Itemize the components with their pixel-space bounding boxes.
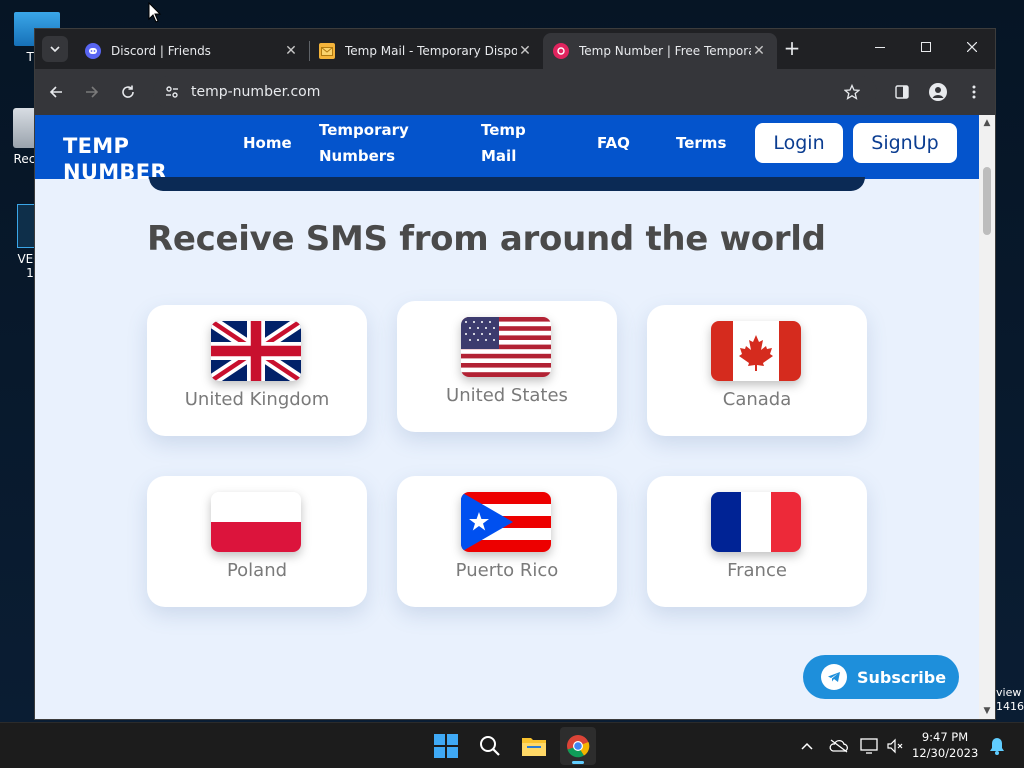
- tab-search-button[interactable]: [42, 36, 68, 62]
- close-icon[interactable]: ✕: [283, 43, 299, 59]
- chrome-icon: [567, 735, 590, 758]
- onedrive-tray-icon[interactable]: [828, 735, 850, 757]
- country-name: Puerto Rico: [455, 560, 559, 581]
- us-flag-icon: [461, 317, 551, 377]
- france-flag-icon: [711, 492, 801, 552]
- tab-temp-mail[interactable]: Temp Mail - Temporary Dispos ✕: [309, 33, 543, 69]
- hero-banner-edge: [149, 177, 865, 191]
- country-card-canada[interactable]: Canada: [647, 305, 867, 436]
- start-button[interactable]: [428, 727, 464, 765]
- nav-temporary-numbers[interactable]: Temporary Numbers: [319, 117, 429, 169]
- reload-button[interactable]: [115, 79, 141, 105]
- scrollbar-thumb[interactable]: [983, 167, 991, 235]
- signup-button[interactable]: SignUp: [853, 123, 957, 163]
- show-hidden-icons-button[interactable]: [796, 735, 818, 757]
- new-tab-button[interactable]: +: [780, 37, 804, 61]
- browser-window: Discord | Friends ✕ Temp Mail - Temporar…: [34, 28, 996, 720]
- file-explorer-button[interactable]: [516, 727, 552, 765]
- page-heading: Receive SMS from around the world: [147, 219, 826, 259]
- canada-flag-icon: [711, 321, 801, 381]
- side-panel-icon[interactable]: [889, 79, 915, 105]
- telegram-icon: [821, 664, 847, 690]
- nav-faq[interactable]: FAQ: [597, 130, 630, 156]
- address-bar[interactable]: temp-number.com: [153, 76, 877, 108]
- minimize-button[interactable]: [857, 29, 903, 65]
- reload-icon: [122, 85, 134, 98]
- windows-logo-icon: [434, 734, 458, 758]
- chevron-down-icon: [50, 46, 60, 52]
- country-card-united-kingdom[interactable]: United Kingdom: [147, 305, 367, 436]
- poland-flag-icon: [211, 492, 301, 552]
- forward-button[interactable]: [79, 79, 105, 105]
- subscribe-label: Subscribe: [857, 667, 947, 687]
- page-viewport: TEMP NUMBER Home Temporary Numbers Temp …: [35, 115, 995, 719]
- country-card-france[interactable]: France: [647, 476, 867, 607]
- puerto-rico-flag-icon: [461, 492, 551, 552]
- nav-home[interactable]: Home: [243, 130, 292, 156]
- more-menu-icon[interactable]: [961, 79, 987, 105]
- country-name: Canada: [722, 389, 792, 410]
- taskbar-clock[interactable]: 9:47 PM 12/30/2023: [912, 729, 978, 761]
- country-name: Poland: [226, 560, 288, 581]
- search-icon: [480, 736, 500, 756]
- tab-title: Temp Mail - Temporary Dispos: [345, 44, 517, 58]
- temp-number-icon: [553, 43, 569, 59]
- country-card-united-states[interactable]: United States: [397, 301, 617, 432]
- site-settings-icon[interactable]: [165, 85, 179, 99]
- clock-time: 9:47 PM: [921, 730, 969, 744]
- tab-temp-number[interactable]: Temp Number | Free Temporar ✕: [543, 33, 777, 69]
- site-navbar: TEMP NUMBER Home Temporary Numbers Temp …: [35, 115, 979, 184]
- chrome-taskbar-button[interactable]: [560, 727, 596, 765]
- active-app-indicator: [572, 761, 584, 764]
- country-name: France: [727, 560, 787, 581]
- chevron-up-icon: [801, 742, 813, 750]
- browser-toolbar: temp-number.com: [35, 69, 995, 115]
- network-tray-icon[interactable]: [858, 735, 880, 757]
- login-button[interactable]: Login: [755, 123, 843, 163]
- folder-icon: [522, 738, 546, 756]
- mail-icon: [319, 43, 335, 59]
- tab-title: Discord | Friends: [111, 44, 211, 58]
- scroll-up-icon[interactable]: ▲: [979, 115, 995, 131]
- search-button[interactable]: [472, 727, 508, 765]
- mouse-cursor-icon: [148, 2, 162, 23]
- arrow-right-icon: [86, 86, 99, 98]
- nav-temp-mail[interactable]: Temp Mail: [481, 117, 551, 169]
- uk-flag-icon: [211, 321, 301, 381]
- close-window-button[interactable]: [949, 29, 995, 65]
- arrow-left-icon: [49, 86, 62, 98]
- maximize-button[interactable]: [903, 29, 949, 65]
- desktop-icon-label: 1: [26, 266, 34, 280]
- windows-taskbar: 9:47 PM 12/30/2023: [0, 722, 1024, 768]
- country-name: United States: [446, 385, 568, 406]
- scroll-down-icon[interactable]: ▼: [979, 703, 995, 719]
- discord-icon: [85, 43, 101, 59]
- tab-bar: Discord | Friends ✕ Temp Mail - Temporar…: [35, 29, 995, 69]
- notification-bell-icon[interactable]: [986, 735, 1008, 757]
- volume-tray-icon[interactable]: [884, 735, 906, 757]
- profile-avatar-icon[interactable]: [925, 79, 951, 105]
- close-icon[interactable]: ✕: [751, 43, 767, 59]
- back-button[interactable]: [43, 79, 69, 105]
- close-icon[interactable]: ✕: [517, 43, 533, 59]
- subscribe-button[interactable]: Subscribe: [803, 655, 959, 699]
- nav-terms[interactable]: Terms: [676, 130, 726, 156]
- country-name: United Kingdom: [184, 389, 330, 410]
- tab-discord[interactable]: Discord | Friends ✕: [75, 33, 309, 69]
- page-scrollbar[interactable]: ▲ ▼: [979, 115, 995, 719]
- bookmark-star-icon[interactable]: [839, 79, 865, 105]
- desktop-side-text: view 1416: [996, 686, 1024, 713]
- url-text: temp-number.com: [191, 84, 321, 100]
- tab-title: Temp Number | Free Temporar: [579, 44, 751, 58]
- country-card-puerto-rico[interactable]: Puerto Rico: [397, 476, 617, 607]
- clock-date: 12/30/2023: [912, 746, 979, 760]
- country-card-poland[interactable]: Poland: [147, 476, 367, 607]
